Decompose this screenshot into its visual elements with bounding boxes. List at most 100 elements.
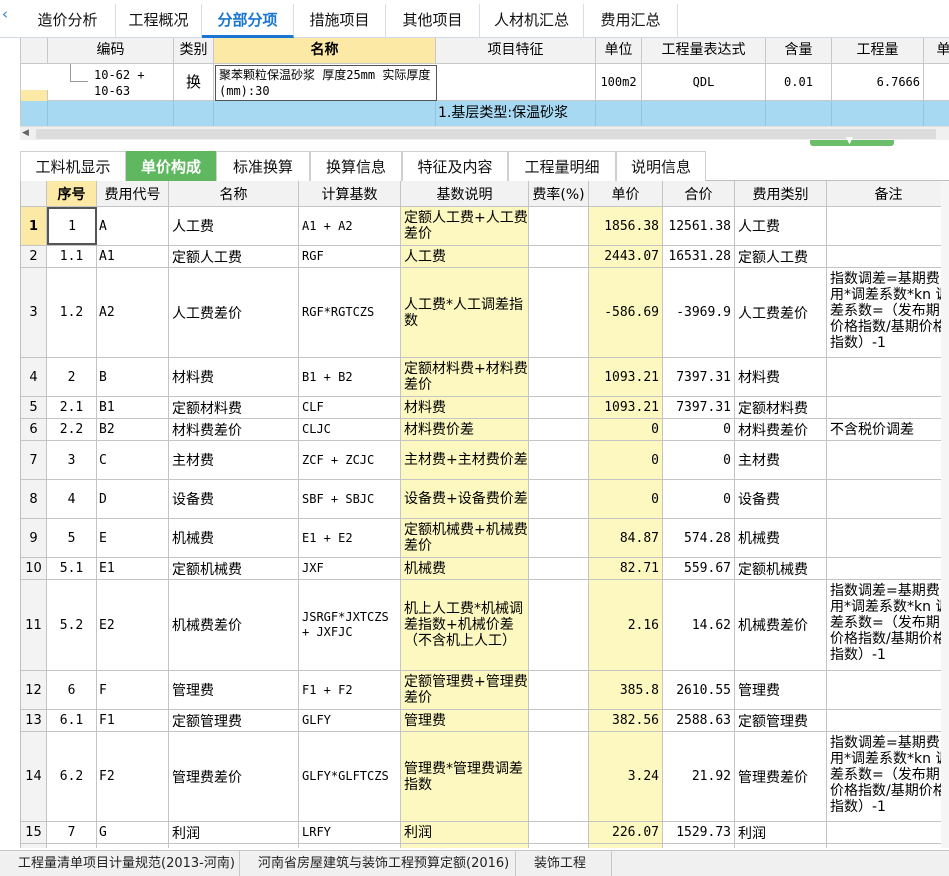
cell-fee-type[interactable]: 机械费	[735, 519, 827, 557]
scroll-thumb[interactable]	[36, 129, 936, 139]
cell-base[interactable]: F1 + F2	[299, 671, 401, 709]
item-code-cell[interactable]: 10-62 + 10-63	[48, 64, 174, 100]
tab-other-items[interactable]: 其他项目	[386, 4, 480, 38]
table-row[interactable]: 14 6.2 F2 管理费差价 GLFY*GLFTCZS 管理费*管理费调差指数 3.24 2…	[21, 732, 949, 822]
cell-base-desc[interactable]: 材料费	[401, 397, 529, 418]
cell-fee-code[interactable]: C	[97, 441, 169, 479]
cell-note[interactable]: 指数调差=基期费用*调差系数*kn 调差系数=（发布期价格指数/基期价格指数）-…	[827, 580, 949, 670]
cell-total[interactable]: 574.28	[663, 519, 735, 557]
subtab-standard-conversion[interactable]: 标准换算	[216, 151, 310, 181]
cell-name[interactable]	[169, 844, 299, 848]
cell-fee-type[interactable]: 机械费差价	[735, 580, 827, 670]
cell-note[interactable]	[827, 207, 949, 245]
cell-note[interactable]	[827, 671, 949, 709]
cell-total[interactable]: 14.62	[663, 580, 735, 670]
cell-fee-code[interactable]: A	[97, 207, 169, 245]
item-name-editor[interactable]: 聚苯颗粒保温砂浆 厚度25mm 实际厚度(mm):30	[215, 65, 437, 101]
subtab-description[interactable]: 说明信息	[616, 151, 706, 181]
cell-name[interactable]: 机械费	[169, 519, 299, 557]
cell-base[interactable]: E1 + E2	[299, 519, 401, 557]
table-row[interactable]: 3 1.2 A2 人工费差价 RGF*RGTCZS 人工费*人工调差指数 -586.69 -3…	[21, 268, 949, 358]
cell-seq[interactable]: 1	[47, 207, 97, 245]
cell-seq[interactable]: 1.2	[47, 268, 97, 357]
cell-base-desc[interactable]: 定额机械费+机械费差价	[401, 519, 529, 557]
cell-fee-type[interactable]: 定额材料费	[735, 397, 827, 418]
cell-rate[interactable]	[529, 558, 589, 579]
tab-cost-analysis[interactable]: 造价分析	[20, 4, 116, 38]
cell-note[interactable]: 指数调差=基期费用*调差系数*kn 调差系数=（发布期价格指数/基期价格指数）-…	[827, 268, 949, 357]
cell-base-desc[interactable]: 人工费+材料费+	[401, 844, 529, 848]
cell-base[interactable]: CLJC	[299, 419, 401, 440]
cell-base[interactable]: A1 + A2	[299, 207, 401, 245]
cell-seq[interactable]: 5.2	[47, 580, 97, 670]
item-content[interactable]: 0.01	[766, 64, 832, 100]
cell-unit-price[interactable]: 382.56	[589, 710, 663, 731]
cell-name[interactable]: 材料费差价	[169, 419, 299, 440]
tab-fee-summary[interactable]: 费用汇总	[584, 4, 678, 38]
cell-unit-price[interactable]: 2443.07	[589, 246, 663, 267]
cell-total[interactable]: 1529.73	[663, 822, 735, 843]
cell-base[interactable]: GLFY	[299, 710, 401, 731]
cell-seq[interactable]: 2.1	[47, 397, 97, 418]
table-row[interactable]: 8 4 D 设备费 SBF + SBJC 设备费+设备费价差 0 0 设备费	[21, 480, 949, 519]
cell-base-desc[interactable]: 定额材料费+材料费差价	[401, 358, 529, 396]
cell-note[interactable]	[827, 519, 949, 557]
cell-rate[interactable]	[529, 844, 589, 848]
cell-unit-price[interactable]: 3.24	[589, 732, 663, 821]
cell-fee-code[interactable]: F1	[97, 710, 169, 731]
cell-fee-code[interactable]: E2	[97, 580, 169, 670]
cell-unit-price[interactable]: 84.87	[589, 519, 663, 557]
cell-seq[interactable]: 6.1	[47, 710, 97, 731]
scroll-left-icon[interactable]: ◀	[22, 128, 29, 138]
cell-base[interactable]: SBF + SBJC	[299, 480, 401, 518]
cell-base[interactable]: CLF	[299, 397, 401, 418]
table-row[interactable]: 2 1.1 A1 定额人工费 RGF 人工费 2443.07 16531.28 定额人工费	[21, 246, 949, 268]
cell-note[interactable]	[827, 441, 949, 479]
tab-labor-material-summary[interactable]: 人材机汇总	[480, 4, 584, 38]
cell-name[interactable]: 人工费差价	[169, 268, 299, 357]
cell-base[interactable]: GLFY*GLFTCZS	[299, 732, 401, 821]
cell-rate[interactable]	[529, 358, 589, 396]
cell-base[interactable]	[299, 844, 401, 848]
table-row[interactable]: 10 5.1 E1 定额机械费 JXF 机械费 82.71 559.67 定额机械费	[21, 558, 949, 580]
cell-total[interactable]: 559.67	[663, 558, 735, 579]
cell-base[interactable]: B1 + B2	[299, 358, 401, 396]
cell-seq[interactable]: 2.2	[47, 419, 97, 440]
cell-base[interactable]: RGF*RGTCZS	[299, 268, 401, 357]
horizontal-scrollbar[interactable]: ◀	[20, 126, 949, 140]
status-category[interactable]: 装饰工程	[516, 851, 612, 876]
cell-fee-code[interactable]: B	[97, 358, 169, 396]
cell-note[interactable]: 不含税价调差	[827, 419, 949, 440]
cell-note[interactable]	[827, 397, 949, 418]
cell-unit-price[interactable]: 0	[589, 441, 663, 479]
cell-unit-price[interactable]	[589, 844, 663, 848]
cell-seq[interactable]: 4	[47, 480, 97, 518]
cell-rate[interactable]	[529, 580, 589, 670]
cell-seq[interactable]: 5.1	[47, 558, 97, 579]
cell-rate[interactable]	[529, 441, 589, 479]
cell-rate[interactable]	[529, 480, 589, 518]
cell-base[interactable]: RGF	[299, 246, 401, 267]
cell-seq[interactable]: 3	[47, 441, 97, 479]
cell-fee-code[interactable]: B1	[97, 397, 169, 418]
cell-rate[interactable]	[529, 419, 589, 440]
cell-unit-price[interactable]: 226.07	[589, 822, 663, 843]
cell-fee-type[interactable]: 人工费差价	[735, 268, 827, 357]
cell-name[interactable]: 设备费	[169, 480, 299, 518]
cell-note[interactable]	[827, 844, 949, 848]
cell-fee-code[interactable]: A2	[97, 268, 169, 357]
cell-seq[interactable]: 5	[47, 519, 97, 557]
cell-unit-price[interactable]: -586.69	[589, 268, 663, 357]
item-type[interactable]: 换	[174, 64, 214, 100]
cell-name[interactable]: 主材费	[169, 441, 299, 479]
cell-total[interactable]: 0	[663, 419, 735, 440]
cell-seq[interactable]: 1.1	[47, 246, 97, 267]
cell-name[interactable]: 定额管理费	[169, 710, 299, 731]
cell-fee-type[interactable]: 管理费差价	[735, 732, 827, 821]
cell-note[interactable]: 指数调差=基期费用*调差系数*kn 调差系数=（发布期价格指数/基期价格指数）-…	[827, 732, 949, 821]
panel-splitter[interactable]: ▼	[810, 136, 894, 146]
cell-name[interactable]: 利润	[169, 822, 299, 843]
table-row[interactable]: 6 2.2 B2 材料费差价 CLJC 材料费价差 0 0 材料费差价 不含税价调差	[21, 419, 949, 441]
table-row[interactable]: 11 5.2 E2 机械费差价 JSRGF*JXTCZS + JXFJC 机上人工费*机械…	[21, 580, 949, 671]
cell-fee-code[interactable]: E	[97, 519, 169, 557]
